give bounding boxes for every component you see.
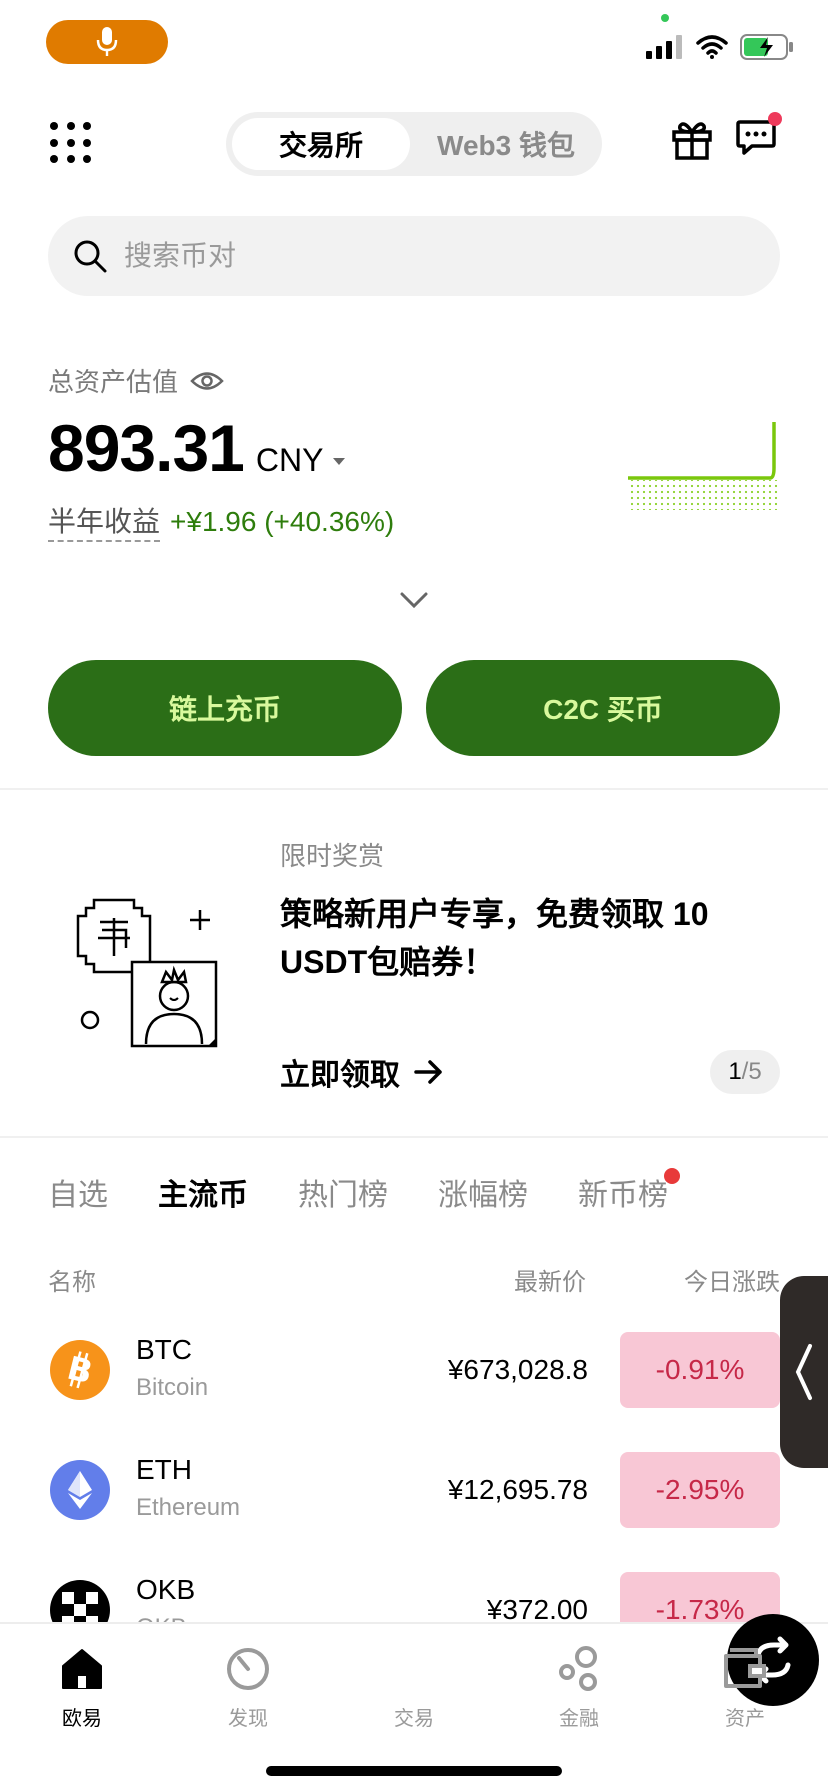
search-bar[interactable]	[48, 216, 780, 296]
eye-icon[interactable]	[190, 370, 224, 392]
tab-hot[interactable]: 热门榜	[298, 1170, 388, 1214]
table-row[interactable]: ETH Ethereum ¥12,695.78 -2.95%	[48, 1440, 780, 1540]
new-badge-dot	[664, 1168, 680, 1184]
column-price[interactable]: 最新价	[514, 1262, 586, 1297]
onchain-deposit-button[interactable]: 链上充币	[48, 660, 402, 756]
asset-amount: 893.31	[48, 411, 245, 485]
total-assets-header: 总资产估值	[48, 362, 224, 399]
pnl-summary: 半年收益 +¥1.96 (+40.36%)	[48, 500, 394, 542]
discover-dial-icon	[227, 1648, 269, 1690]
wallet-icon	[724, 1648, 766, 1688]
c2c-buy-button[interactable]: C2C 买币	[426, 660, 780, 756]
tab-new-listings-label: 新币榜	[578, 1179, 668, 1212]
pnl-label[interactable]: 半年收益	[48, 500, 161, 542]
tab-gainers[interactable]: 涨幅榜	[438, 1170, 528, 1214]
asset-sparkline[interactable]	[624, 418, 780, 510]
table-row[interactable]: B BTC Bitcoin ¥673,028.8 -0.91%	[48, 1320, 780, 1420]
notification-badge	[768, 112, 782, 126]
nav-home[interactable]: 欧易	[27, 1644, 137, 1731]
tab-mainstream[interactable]: 主流币	[158, 1170, 248, 1214]
gift-icon[interactable]	[670, 118, 714, 162]
battery-charging-icon	[740, 34, 793, 60]
wifi-icon	[696, 35, 728, 59]
total-assets-label: 总资产估值	[48, 367, 179, 397]
promo-title[interactable]: 策略新用户专享，免费领取 10 USDT包赔券！	[280, 890, 740, 986]
promo-tag: 限时奖赏	[280, 841, 385, 871]
divider	[0, 788, 828, 790]
nav-finance[interactable]: 金融	[524, 1644, 634, 1731]
coin-symbol: OKB	[136, 1574, 196, 1605]
search-icon	[74, 240, 107, 273]
coin-price: ¥12,695.78	[447, 1474, 588, 1505]
nav-trade[interactable]: 交易	[359, 1614, 819, 1731]
arrow-right-icon	[414, 1060, 442, 1084]
tab-web3-wallet[interactable]: Web3 钱包	[416, 118, 596, 170]
home-icon	[62, 1649, 102, 1689]
market-tabs: 自选 主流币 热门榜 涨幅榜 新币榜	[48, 1168, 680, 1214]
currency-selector[interactable]: CNY	[256, 442, 324, 479]
nav-trade-label: 交易	[394, 1708, 434, 1730]
nav-discover[interactable]: 发现	[193, 1644, 303, 1731]
divider	[0, 1136, 828, 1138]
coin-symbol: BTC	[136, 1334, 192, 1365]
coin-name: Bitcoin	[136, 1374, 209, 1401]
column-change[interactable]: 今日涨跌	[684, 1262, 780, 1297]
promo-claim-link[interactable]: 立即领取	[280, 1050, 444, 1094]
nav-home-label: 欧易	[62, 1708, 102, 1730]
ethereum-logo-icon	[50, 1460, 110, 1520]
grid-menu-icon[interactable]	[50, 122, 94, 166]
coin-change-badge[interactable]: -0.91%	[620, 1332, 780, 1408]
caret-down-icon[interactable]	[333, 458, 346, 465]
pnl-value: +¥1.96 (+40.36%)	[170, 506, 395, 537]
bitcoin-logo-icon: B	[50, 1340, 110, 1400]
nav-finance-label: 金融	[559, 1708, 599, 1730]
total-assets-value: 893.31 CNY	[48, 410, 346, 486]
promo-pager: 1/5	[710, 1050, 780, 1094]
promo-illustration	[76, 898, 218, 1048]
status-bar	[0, 0, 828, 90]
top-navigation: 交易所 Web3 钱包	[0, 100, 828, 182]
chevron-down-icon[interactable]	[398, 590, 430, 610]
promo-page-current: 1	[728, 1058, 742, 1085]
nav-assets[interactable]: 资产	[690, 1644, 800, 1731]
camera-indicator-dot	[661, 14, 669, 22]
home-indicator[interactable]	[266, 1766, 562, 1776]
cellular-signal-icon	[646, 35, 682, 59]
promo-claim-label: 立即领取	[280, 1059, 400, 1092]
side-drawer-handle[interactable]	[780, 1276, 828, 1468]
tab-new-listings[interactable]: 新币榜	[578, 1168, 680, 1214]
coin-name: Ethereum	[136, 1494, 241, 1521]
exchange-wallet-switch: 交易所 Web3 钱包	[226, 112, 602, 176]
coin-symbol: ETH	[136, 1454, 192, 1485]
finance-bubbles-icon	[559, 1646, 597, 1691]
nav-discover-label: 发现	[228, 1708, 268, 1730]
coin-change-badge[interactable]: -2.95%	[620, 1452, 780, 1528]
microphone-indicator[interactable]	[46, 20, 168, 64]
nav-assets-label: 资产	[725, 1708, 765, 1730]
microphone-icon	[96, 27, 118, 56]
promo-page-total: /5	[741, 1058, 762, 1085]
chevron-left-icon	[795, 1344, 812, 1400]
coin-price: ¥673,028.8	[447, 1354, 588, 1385]
search-input[interactable]	[124, 240, 724, 272]
tab-favorites[interactable]: 自选	[48, 1170, 108, 1214]
tab-exchange[interactable]: 交易所	[232, 118, 410, 170]
column-name[interactable]: 名称	[48, 1262, 96, 1297]
